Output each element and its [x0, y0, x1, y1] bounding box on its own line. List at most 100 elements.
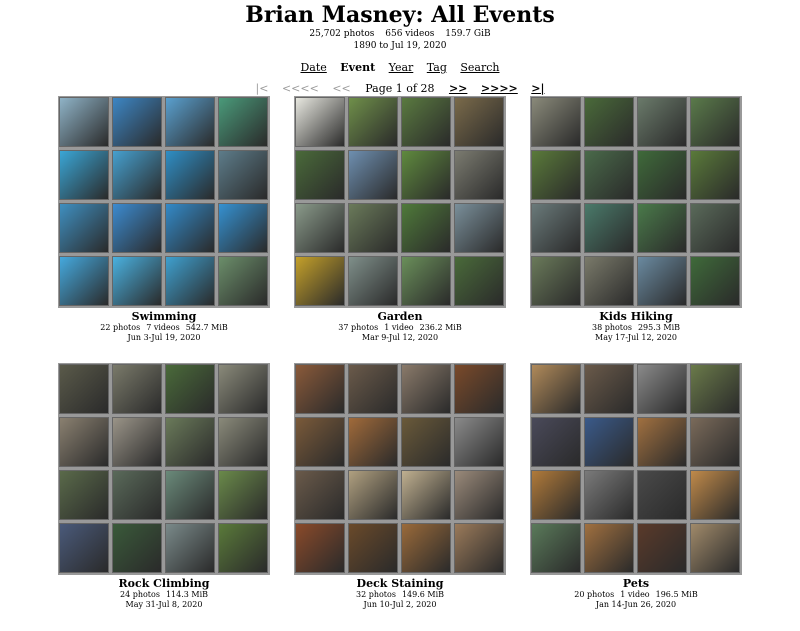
- photo-thumbnail[interactable]: [59, 364, 109, 414]
- photo-thumbnail[interactable]: [348, 523, 398, 573]
- event-title[interactable]: Kids Hiking: [530, 310, 742, 323]
- next-page-link[interactable]: >>: [449, 82, 467, 95]
- photo-thumbnail[interactable]: [295, 417, 345, 467]
- photo-thumbnail[interactable]: [531, 523, 581, 573]
- photo-thumbnail[interactable]: [348, 203, 398, 253]
- photo-thumbnail[interactable]: [454, 417, 504, 467]
- photo-thumbnail[interactable]: [165, 470, 215, 520]
- event-thumbnail-mosaic[interactable]: [294, 363, 506, 575]
- photo-thumbnail[interactable]: [165, 150, 215, 200]
- photo-thumbnail[interactable]: [295, 97, 345, 147]
- photo-thumbnail[interactable]: [531, 97, 581, 147]
- event-thumbnail-mosaic[interactable]: [58, 363, 270, 575]
- nav-date-link[interactable]: Date: [300, 61, 326, 74]
- photo-thumbnail[interactable]: [112, 523, 162, 573]
- photo-thumbnail[interactable]: [218, 150, 268, 200]
- photo-thumbnail[interactable]: [531, 417, 581, 467]
- photo-thumbnail[interactable]: [584, 97, 634, 147]
- photo-thumbnail[interactable]: [165, 417, 215, 467]
- event-thumbnail-mosaic[interactable]: [58, 96, 270, 308]
- photo-thumbnail[interactable]: [295, 470, 345, 520]
- next-far-link[interactable]: >>>>: [481, 82, 518, 95]
- photo-thumbnail[interactable]: [454, 203, 504, 253]
- photo-thumbnail[interactable]: [112, 203, 162, 253]
- photo-thumbnail[interactable]: [531, 364, 581, 414]
- photo-thumbnail[interactable]: [690, 150, 740, 200]
- event-thumbnail-mosaic[interactable]: [530, 363, 742, 575]
- photo-thumbnail[interactable]: [348, 364, 398, 414]
- photo-thumbnail[interactable]: [690, 364, 740, 414]
- photo-thumbnail[interactable]: [348, 256, 398, 306]
- photo-thumbnail[interactable]: [165, 364, 215, 414]
- photo-thumbnail[interactable]: [218, 256, 268, 306]
- photo-thumbnail[interactable]: [401, 417, 451, 467]
- photo-thumbnail[interactable]: [59, 97, 109, 147]
- photo-thumbnail[interactable]: [295, 256, 345, 306]
- photo-thumbnail[interactable]: [59, 256, 109, 306]
- photo-thumbnail[interactable]: [295, 203, 345, 253]
- photo-thumbnail[interactable]: [295, 523, 345, 573]
- event-title[interactable]: Garden: [294, 310, 506, 323]
- photo-thumbnail[interactable]: [690, 470, 740, 520]
- photo-thumbnail[interactable]: [401, 150, 451, 200]
- photo-thumbnail[interactable]: [637, 150, 687, 200]
- photo-thumbnail[interactable]: [454, 364, 504, 414]
- photo-thumbnail[interactable]: [112, 150, 162, 200]
- photo-thumbnail[interactable]: [59, 203, 109, 253]
- photo-thumbnail[interactable]: [454, 470, 504, 520]
- last-page-link[interactable]: >|: [531, 82, 544, 95]
- photo-thumbnail[interactable]: [59, 150, 109, 200]
- photo-thumbnail[interactable]: [401, 523, 451, 573]
- photo-thumbnail[interactable]: [295, 150, 345, 200]
- photo-thumbnail[interactable]: [112, 364, 162, 414]
- event-title[interactable]: Pets: [530, 577, 742, 590]
- photo-thumbnail[interactable]: [218, 364, 268, 414]
- photo-thumbnail[interactable]: [348, 470, 398, 520]
- photo-thumbnail[interactable]: [637, 97, 687, 147]
- photo-thumbnail[interactable]: [531, 256, 581, 306]
- photo-thumbnail[interactable]: [218, 523, 268, 573]
- photo-thumbnail[interactable]: [531, 150, 581, 200]
- photo-thumbnail[interactable]: [584, 203, 634, 253]
- event-title[interactable]: Deck Staining: [294, 577, 506, 590]
- photo-thumbnail[interactable]: [690, 97, 740, 147]
- event-thumbnail-mosaic[interactable]: [294, 96, 506, 308]
- photo-thumbnail[interactable]: [112, 256, 162, 306]
- photo-thumbnail[interactable]: [584, 417, 634, 467]
- photo-thumbnail[interactable]: [59, 417, 109, 467]
- photo-thumbnail[interactable]: [637, 470, 687, 520]
- photo-thumbnail[interactable]: [348, 417, 398, 467]
- photo-thumbnail[interactable]: [584, 150, 634, 200]
- photo-thumbnail[interactable]: [454, 150, 504, 200]
- photo-thumbnail[interactable]: [218, 203, 268, 253]
- photo-thumbnail[interactable]: [165, 256, 215, 306]
- photo-thumbnail[interactable]: [637, 203, 687, 253]
- photo-thumbnail[interactable]: [59, 523, 109, 573]
- photo-thumbnail[interactable]: [295, 364, 345, 414]
- photo-thumbnail[interactable]: [584, 364, 634, 414]
- photo-thumbnail[interactable]: [401, 256, 451, 306]
- nav-tag-link[interactable]: Tag: [427, 61, 447, 74]
- photo-thumbnail[interactable]: [165, 203, 215, 253]
- photo-thumbnail[interactable]: [112, 470, 162, 520]
- photo-thumbnail[interactable]: [584, 523, 634, 573]
- photo-thumbnail[interactable]: [690, 523, 740, 573]
- photo-thumbnail[interactable]: [112, 97, 162, 147]
- photo-thumbnail[interactable]: [531, 470, 581, 520]
- photo-thumbnail[interactable]: [690, 417, 740, 467]
- photo-thumbnail[interactable]: [637, 364, 687, 414]
- photo-thumbnail[interactable]: [401, 470, 451, 520]
- photo-thumbnail[interactable]: [584, 470, 634, 520]
- photo-thumbnail[interactable]: [454, 523, 504, 573]
- photo-thumbnail[interactable]: [112, 417, 162, 467]
- event-title[interactable]: Rock Climbing: [58, 577, 270, 590]
- photo-thumbnail[interactable]: [401, 97, 451, 147]
- photo-thumbnail[interactable]: [454, 97, 504, 147]
- nav-year-link[interactable]: Year: [389, 61, 414, 74]
- photo-thumbnail[interactable]: [401, 364, 451, 414]
- photo-thumbnail[interactable]: [348, 97, 398, 147]
- photo-thumbnail[interactable]: [59, 470, 109, 520]
- photo-thumbnail[interactable]: [401, 203, 451, 253]
- event-thumbnail-mosaic[interactable]: [530, 96, 742, 308]
- photo-thumbnail[interactable]: [690, 256, 740, 306]
